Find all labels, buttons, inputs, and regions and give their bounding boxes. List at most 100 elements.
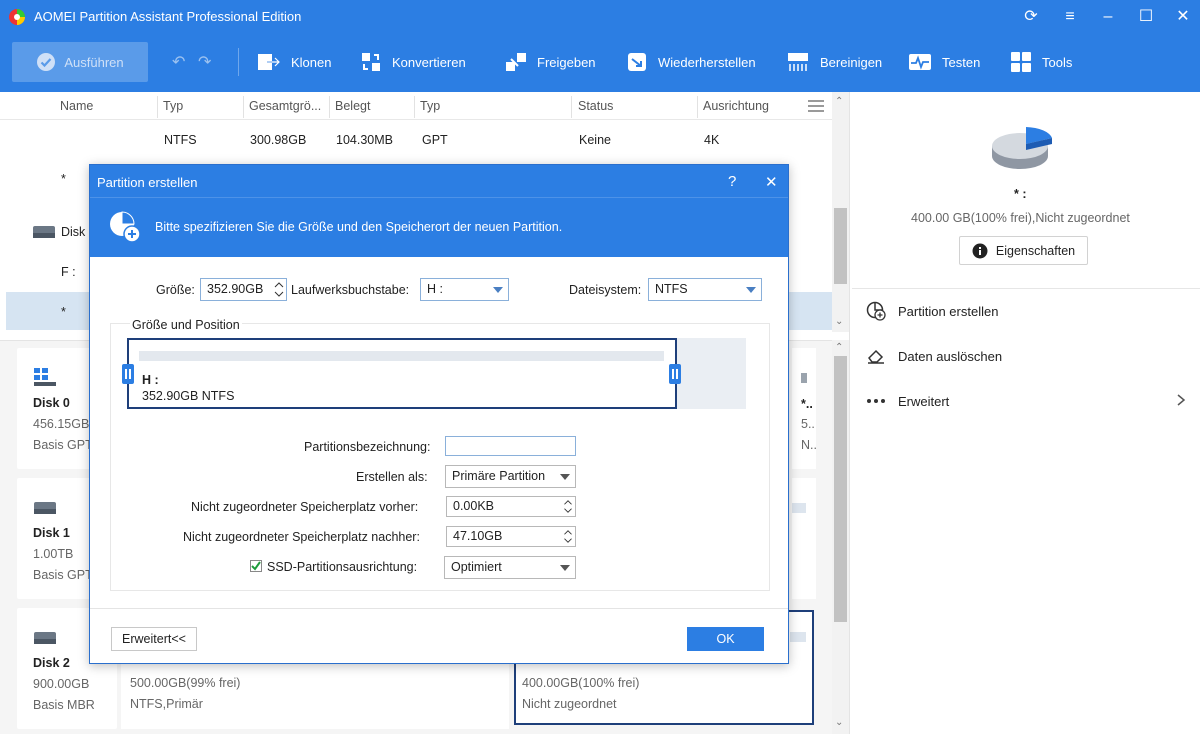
before-input[interactable]: 0.00KB [446, 496, 576, 517]
run-button[interactable]: Ausführen [12, 42, 148, 82]
before-value: 0.00KB [453, 499, 495, 513]
dialog-description: Bitte spezifizieren Sie die Größe und de… [155, 220, 563, 234]
spin-arrows-icon[interactable] [563, 499, 573, 514]
help-icon[interactable]: ? [728, 173, 736, 190]
grid-scrollbar-thumb[interactable] [834, 208, 847, 284]
row-f-name[interactable]: F : [61, 265, 76, 279]
advanced-button[interactable]: Erweitert<< [111, 627, 197, 651]
cell-status: Keine [579, 133, 611, 147]
col-type2[interactable]: Typ [420, 99, 440, 113]
properties-label: Eigenschaften [995, 243, 1076, 258]
ssd-alignment-select[interactable]: Optimiert [444, 556, 576, 579]
ssd-alignment-checkbox[interactable] [250, 560, 262, 572]
disk-1-name: Disk 1 [33, 526, 70, 540]
tools-grid-icon [1011, 52, 1031, 72]
col-divider [571, 96, 572, 118]
disk-2-p1-fs: NTFS,Primär [130, 697, 203, 711]
info-divider [852, 288, 1200, 289]
convert-icon [362, 53, 380, 71]
partition-label-input[interactable] [445, 436, 576, 456]
spin-arrows-icon[interactable] [563, 529, 573, 544]
restore-label: Wiederherstellen [658, 54, 756, 70]
properties-button[interactable]: Eigenschaften [959, 236, 1088, 265]
window-close-icon[interactable]: ✕ [1170, 6, 1196, 28]
disk-1-size: 1.00TB [33, 547, 74, 561]
convert-label: Konvertieren [392, 54, 466, 70]
col-used[interactable]: Belegt [335, 99, 370, 113]
row-disk-name[interactable]: Disk [61, 225, 85, 239]
cell-total: 300.98GB [250, 133, 307, 147]
disk-map-scrollbar-thumb[interactable] [834, 356, 847, 622]
tools-button[interactable]: Tools [1010, 44, 1072, 80]
scroll-down-icon[interactable]: ⌄ [835, 316, 843, 327]
dialog-close-icon[interactable]: ✕ [765, 173, 778, 191]
minimize-icon[interactable]: – [1095, 6, 1121, 28]
unallocated-area[interactable] [677, 338, 746, 409]
cleanup-button[interactable]: Bereinigen [786, 44, 882, 80]
disk-icon [33, 226, 55, 238]
drive-letter-select[interactable]: H : [420, 278, 509, 301]
bar-partition-info: 352.90GB NTFS [142, 389, 235, 403]
partition-usage-mark [790, 632, 806, 642]
split-icon [506, 53, 526, 71]
test-button[interactable]: Testen [908, 44, 980, 80]
disk-icon [34, 502, 56, 514]
cell-used: 104.30MB [336, 133, 393, 147]
disk-0-right-size: 5.. [801, 417, 815, 431]
partition-add-icon [110, 211, 141, 243]
after-value: 47.10GB [453, 529, 503, 543]
dialog-footer-divider [90, 608, 788, 609]
clone-button[interactable]: Klonen [257, 44, 331, 80]
filesystem-select[interactable]: NTFS [648, 278, 762, 301]
size-input[interactable]: 352.90GB [200, 278, 287, 301]
share-button[interactable]: Freigeben [505, 44, 596, 80]
disk-1-partition-right[interactable] [792, 478, 816, 599]
left-resize-handle[interactable] [122, 364, 134, 384]
col-divider [697, 96, 698, 118]
scroll-up-icon[interactable]: ⌃ [835, 342, 843, 353]
restore-icon [628, 53, 646, 71]
create-partition-icon [866, 301, 886, 321]
undo-icon[interactable]: ↶ [172, 52, 185, 72]
chevron-right-icon[interactable] [1176, 393, 1186, 407]
op-advanced-label: Erweitert [898, 393, 950, 409]
row-selected-name[interactable]: * [61, 305, 66, 319]
more-dots-icon [867, 399, 885, 403]
bar-drive-letter: H : [142, 373, 159, 387]
ssd-alignment-label[interactable]: SSD-Partitionsausrichtung: [267, 560, 417, 574]
col-status[interactable]: Status [578, 99, 613, 113]
maximize-icon[interactable]: ☐ [1133, 6, 1159, 28]
disk-icon [34, 632, 56, 644]
run-button-label: Ausführen [64, 54, 124, 70]
after-label: Nicht zugeordneter Speicherplatz nachher… [183, 530, 420, 544]
redo-icon[interactable]: ↷ [198, 52, 211, 72]
drive-letter-label: Laufwerksbuchstabe: [291, 283, 410, 297]
col-type[interactable]: Typ [163, 99, 183, 113]
menu-icon[interactable]: ≡ [1057, 6, 1083, 28]
op-advanced[interactable]: Erweitert [866, 391, 949, 411]
create-as-select[interactable]: Primäre Partition [445, 465, 576, 488]
col-divider [243, 96, 244, 118]
scroll-up-icon[interactable]: ⌃ [835, 96, 843, 107]
right-resize-handle[interactable] [669, 364, 681, 384]
row-star-name[interactable]: * [61, 172, 66, 186]
spin-arrows-icon[interactable] [274, 281, 284, 298]
refresh-icon[interactable]: ⟳ [1018, 6, 1044, 28]
convert-button[interactable]: Konvertieren [360, 44, 466, 80]
op-wipe-data[interactable]: Daten auslöschen [866, 346, 1002, 366]
restore-button[interactable]: Wiederherstellen [626, 44, 756, 80]
col-alignment[interactable]: Ausrichtung [703, 99, 769, 113]
scroll-down-icon[interactable]: ⌄ [835, 717, 843, 728]
col-total[interactable]: Gesamtgrö... [249, 99, 321, 113]
after-input[interactable]: 47.10GB [446, 526, 576, 547]
cleanup-icon [788, 53, 808, 71]
op-create-partition[interactable]: Partition erstellen [866, 301, 998, 321]
toolbar-divider [238, 48, 239, 76]
ok-button[interactable]: OK [687, 627, 764, 651]
drive-letter-value: H : [427, 282, 443, 296]
col-name[interactable]: Name [60, 99, 93, 113]
tools-label: Tools [1042, 54, 1073, 70]
disk-2-p2-size: 400.00GB(100% frei) [522, 676, 640, 690]
clone-icon [258, 54, 281, 70]
dialog-title: Partition erstellen [97, 175, 198, 190]
